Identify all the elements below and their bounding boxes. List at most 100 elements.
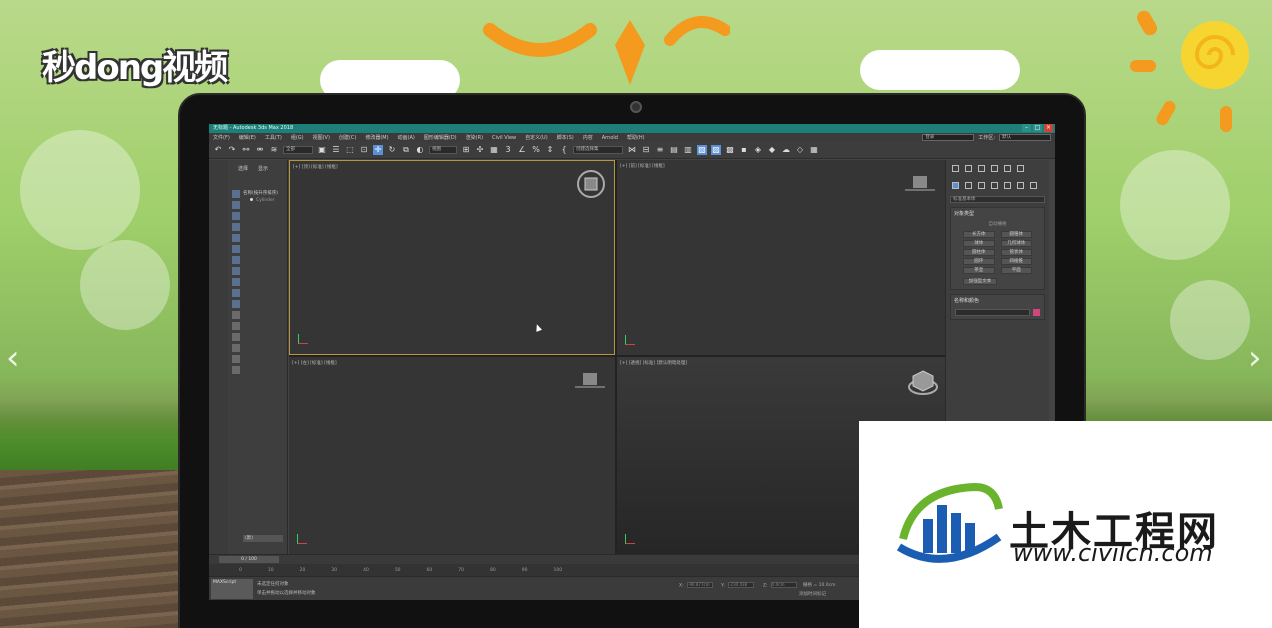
- snaps-3d-icon[interactable]: 3: [503, 145, 513, 155]
- filter-lights-icon[interactable]: [232, 212, 240, 220]
- viewcube-icon[interactable]: [575, 371, 605, 389]
- spacewarps-icon[interactable]: [1017, 182, 1024, 189]
- window-crossing-icon[interactable]: ⊡: [359, 145, 369, 155]
- category-dropdown[interactable]: 标准基本体: [950, 196, 1045, 203]
- spinner-snap-icon[interactable]: ⇕: [545, 145, 555, 155]
- coord-z-input[interactable]: 0.0cm: [771, 582, 798, 588]
- object-color-swatch[interactable]: [1033, 309, 1040, 316]
- percent-snap-icon[interactable]: %: [531, 145, 541, 155]
- maximize-button[interactable]: □: [1033, 124, 1042, 132]
- viewport-left[interactable]: [+] [左] [标准] [线框]: [289, 357, 615, 554]
- render-cloud-icon[interactable]: ☁: [781, 145, 791, 155]
- menu-animation[interactable]: 动画(A): [398, 134, 415, 141]
- selection-filter-select[interactable]: 全部: [283, 146, 313, 154]
- primitive-tube-button[interactable]: 管状体: [1000, 249, 1032, 256]
- filter-frozen-icon[interactable]: [232, 300, 240, 308]
- close-button[interactable]: ×: [1044, 124, 1053, 132]
- coord-x-input[interactable]: -90.877cm: [687, 582, 714, 588]
- primitive-sphere-button[interactable]: 球体: [963, 240, 995, 247]
- manipulate-icon[interactable]: ✣: [475, 145, 485, 155]
- menu-help[interactable]: 帮助(H): [627, 134, 645, 141]
- menu-customize[interactable]: 自定义(U): [525, 134, 548, 141]
- viewport-top[interactable]: [+] [顶] [标准] [线框]: [289, 160, 615, 355]
- render-setup-icon[interactable]: ▪: [739, 145, 749, 155]
- filter-hidden-icon[interactable]: [232, 311, 240, 319]
- prev-arrow-icon[interactable]: ‹: [6, 340, 26, 376]
- ribbon-icon[interactable]: ▥: [683, 145, 693, 155]
- mirror-icon[interactable]: ⋈: [627, 145, 637, 155]
- object-name-input[interactable]: [955, 309, 1030, 316]
- filter-options-icon[interactable]: [232, 366, 240, 374]
- keyboard-shortcut-icon[interactable]: ▦: [489, 145, 499, 155]
- filter-xrefs-icon[interactable]: [232, 267, 240, 275]
- menu-modifiers[interactable]: 修改器(M): [365, 134, 388, 141]
- add-time-tag[interactable]: 添加时间标记: [799, 591, 826, 597]
- scene-explorer-icon[interactable]: ▤: [669, 145, 679, 155]
- next-arrow-icon[interactable]: ›: [1248, 340, 1268, 376]
- filter-invert-icon[interactable]: [232, 344, 240, 352]
- minimize-button[interactable]: –: [1022, 124, 1031, 132]
- angle-snap-icon[interactable]: ∠: [517, 145, 527, 155]
- autogrid-checkbox[interactable]: 自动栅格: [951, 221, 1044, 227]
- menu-scripting[interactable]: 脚本(S): [557, 134, 574, 141]
- filter-bones-icon[interactable]: [232, 278, 240, 286]
- viewport-label[interactable]: [+] [透视] [标准] [默认明暗处理]: [620, 360, 687, 366]
- sign-in-field[interactable]: 登录: [922, 134, 975, 141]
- lights-icon[interactable]: [978, 182, 985, 189]
- select-object-icon[interactable]: ▣: [317, 145, 327, 155]
- time-slider-thumb[interactable]: 0 / 100: [219, 556, 279, 563]
- viewcube-icon[interactable]: [907, 367, 939, 397]
- place-icon[interactable]: ◐: [415, 145, 425, 155]
- tab-display[interactable]: 显示: [258, 165, 268, 172]
- viewport-front[interactable]: [+] [前] [标准] [线框]: [617, 160, 945, 355]
- modify-tab-icon[interactable]: [965, 165, 972, 172]
- rollout-title[interactable]: 对象类型: [951, 208, 1044, 219]
- viewcube-icon[interactable]: [905, 174, 935, 192]
- filter-cameras-icon[interactable]: [232, 223, 240, 231]
- a360-gallery-icon[interactable]: ◇: [795, 145, 805, 155]
- curve-editor-icon[interactable]: ▧: [697, 145, 707, 155]
- hierarchy-tab-icon[interactable]: [978, 165, 985, 172]
- filter-all-icon[interactable]: [232, 322, 240, 330]
- geometry-icon[interactable]: [952, 182, 959, 189]
- menu-create[interactable]: 创建(C): [339, 134, 356, 141]
- rollout-title[interactable]: 名称和颜色: [951, 295, 1044, 306]
- filter-geometry-icon[interactable]: [232, 190, 240, 198]
- tab-select[interactable]: 选择: [238, 165, 248, 172]
- reference-coord-select[interactable]: 视图: [429, 146, 457, 154]
- workspace-select[interactable]: 默认: [999, 134, 1051, 141]
- viewport-label[interactable]: [+] [左] [标准] [线框]: [292, 360, 337, 366]
- filter-shapes-icon[interactable]: [232, 201, 240, 209]
- menu-arnold[interactable]: Arnold: [602, 135, 618, 141]
- material-editor-icon[interactable]: ▩: [725, 145, 735, 155]
- cameras-icon[interactable]: [991, 182, 998, 189]
- create-tab-icon[interactable]: [952, 165, 959, 172]
- primitive-cone-button[interactable]: 圆锥体: [1000, 231, 1032, 238]
- filter-spacewarps-icon[interactable]: [232, 245, 240, 253]
- redo-icon[interactable]: ↷: [227, 145, 237, 155]
- primitive-text-plus-button[interactable]: 加强型文本: [963, 278, 997, 285]
- unlink-icon[interactable]: ⚮: [255, 145, 265, 155]
- menu-tools[interactable]: 工具(T): [265, 134, 282, 141]
- menu-civil-view[interactable]: Civil View: [492, 135, 516, 141]
- link-icon[interactable]: ⚯: [241, 145, 251, 155]
- menu-file[interactable]: 文件(F): [213, 134, 230, 141]
- layer-explorer-icon[interactable]: ≡: [655, 145, 665, 155]
- menu-view[interactable]: 视图(V): [313, 134, 330, 141]
- menu-group[interactable]: 组(G): [291, 134, 304, 141]
- filter-none-icon[interactable]: [232, 333, 240, 341]
- coord-y-input[interactable]: -230.438: [728, 582, 755, 588]
- menu-graph-editors[interactable]: 图形编辑器(D): [424, 134, 457, 141]
- display-tab-icon[interactable]: [1004, 165, 1011, 172]
- render-iterative-icon[interactable]: ▦: [809, 145, 819, 155]
- undo-icon[interactable]: ↶: [213, 145, 223, 155]
- systems-icon[interactable]: [1030, 182, 1037, 189]
- primitive-teapot-button[interactable]: 茶壶: [963, 267, 995, 274]
- scene-item[interactable]: Cylinder: [250, 198, 275, 203]
- schematic-view-icon[interactable]: ▨: [711, 145, 721, 155]
- pivot-center-icon[interactable]: ⊞: [461, 145, 471, 155]
- primitive-pyramid-button[interactable]: 四棱锥: [1000, 258, 1032, 265]
- named-selection-select[interactable]: 创建选择集: [573, 146, 623, 154]
- edit-named-sets-icon[interactable]: {: [559, 145, 569, 155]
- utilities-tab-icon[interactable]: [1017, 165, 1024, 172]
